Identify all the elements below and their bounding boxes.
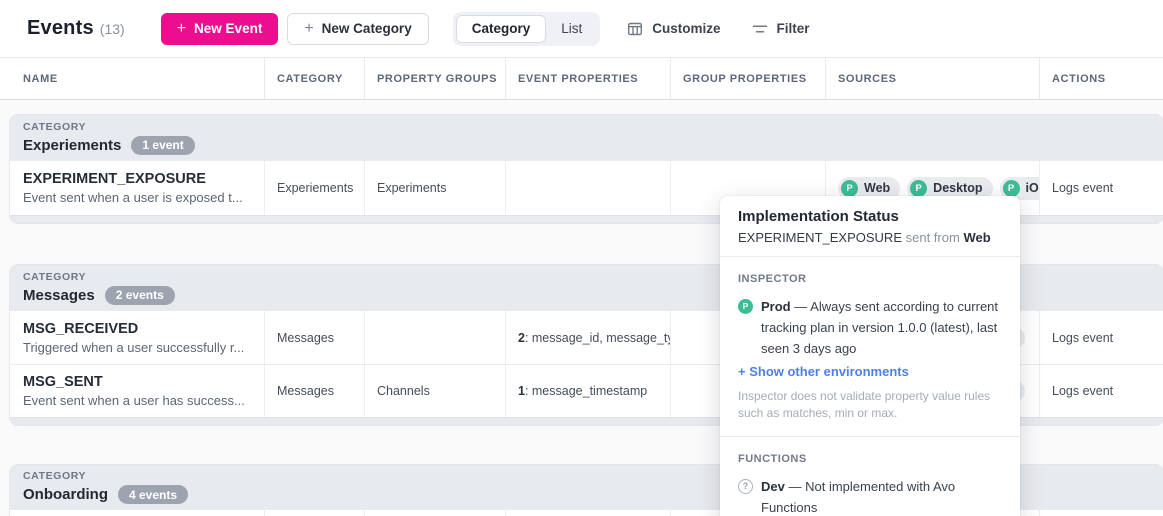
category-name: Onboarding [23, 486, 108, 503]
event-count-badge: 2 events [105, 286, 175, 305]
event-name-cell: MSG_SENT Event sent when a user has succ… [10, 365, 265, 417]
tooltip-title: Implementation Status [738, 208, 1002, 225]
env-detail: — Always sent according to current track… [761, 299, 998, 356]
view-toggle-list[interactable]: List [546, 15, 597, 43]
prod-status-icon: P [841, 180, 858, 197]
property-count: 1 [518, 384, 525, 398]
table-columns-icon [627, 21, 643, 37]
functions-section: FUNCTIONS ? Dev — Not implemented with A… [720, 437, 1020, 516]
prod-status-icon: P [738, 299, 753, 314]
actions-cell: Logs event [1040, 161, 1163, 215]
actions-cell [1040, 510, 1163, 516]
event-name-cell: EXPERIMENT_EXPOSURE Event sent when a us… [10, 161, 265, 215]
column-header-sources: SOURCES [826, 58, 1040, 99]
column-header-actions: ACTIONS [1040, 58, 1163, 99]
property-groups-cell: Channels [365, 365, 506, 417]
new-event-label: New Event [194, 21, 262, 36]
event-properties-cell [506, 161, 671, 215]
implementation-status-tooltip: Implementation Status EXPERIMENT_EXPOSUR… [720, 196, 1020, 516]
event-count-badge: 1 event [131, 136, 194, 155]
event-properties-cell: 2: message_id, message_type [506, 311, 671, 364]
event-properties-cell: 1: message_timestamp [506, 365, 671, 417]
new-event-button[interactable]: + New Event [161, 13, 279, 45]
category-cell: Messages [265, 311, 365, 364]
tooltip-source-name: Web [963, 230, 990, 245]
property-groups-cell: Experiments [365, 161, 506, 215]
event-count-badge: 4 events [118, 485, 188, 504]
customize-button[interactable]: Customize [627, 21, 720, 37]
event-name-cell: MSG_RECEIVED Triggered when a user succe… [10, 311, 265, 364]
tooltip-header: Implementation Status EXPERIMENT_EXPOSUR… [720, 196, 1020, 257]
prod-status-icon: P [910, 180, 927, 197]
tooltip-sent-from: sent from [906, 230, 960, 245]
functions-dev-status: ? Dev — Not implemented with Avo Functio… [738, 476, 1002, 516]
event-description: Event sent when a user is exposed t... [23, 190, 243, 205]
property-groups-cell [365, 311, 506, 364]
filter-label: Filter [777, 21, 810, 36]
table-header: NAME CATEGORY PROPERTY GROUPS EVENT PROP… [0, 57, 1163, 100]
column-header-category: CATEGORY [265, 58, 365, 99]
property-list: : message_timestamp [525, 384, 647, 398]
functions-heading: FUNCTIONS [738, 453, 1002, 465]
event-name: MSG_RECEIVED [23, 321, 138, 337]
category-cell: Experiements [265, 161, 365, 215]
view-toggle-category[interactable]: Category [456, 15, 547, 43]
column-header-name: NAME [0, 58, 265, 99]
env-detail: — Not implemented with Avo Functions [761, 479, 955, 515]
event-name: MSG_SENT [23, 374, 103, 390]
page-title: Events [27, 17, 94, 40]
plus-icon: + [304, 21, 313, 37]
events-page: Events (13) + New Event + New Category C… [0, 0, 1163, 516]
property-list: : message_id, message_type [525, 331, 671, 345]
new-category-button[interactable]: + New Category [287, 13, 428, 45]
event-description: Event sent when a user has success... [23, 393, 245, 408]
tooltip-subtitle: EXPERIMENT_EXPOSURE sent from Web [738, 230, 1002, 245]
inspector-prod-status: P Prod — Always sent according to curren… [738, 296, 1002, 359]
event-name-cell [10, 510, 265, 516]
property-count: 2 [518, 331, 525, 345]
inspector-note: Inspector does not validate property val… [738, 388, 1002, 422]
tooltip-event-name: EXPERIMENT_EXPOSURE [738, 230, 902, 245]
column-header-group-properties: GROUP PROPERTIES [671, 58, 826, 99]
env-label: Dev [761, 479, 785, 494]
filter-button[interactable]: Filter [752, 21, 810, 37]
env-label: Prod [761, 299, 791, 314]
inspector-heading: INSPECTOR [738, 273, 1002, 285]
event-properties-cell [506, 510, 671, 516]
actions-cell: Logs event [1040, 311, 1163, 364]
new-category-label: New Category [322, 21, 412, 36]
source-badge-label: iOS [1026, 181, 1041, 195]
inspector-section: INSPECTOR P Prod — Always sent according… [720, 257, 1020, 437]
category-name: Messages [23, 287, 95, 304]
prod-status-text: Prod — Always sent according to current … [761, 296, 1002, 359]
event-description: Triggered when a user successfully r... [23, 340, 244, 355]
category-kind-label: CATEGORY [23, 121, 1163, 133]
topbar: Events (13) + New Event + New Category C… [0, 0, 1163, 57]
source-badge-label: Web [864, 181, 890, 195]
show-other-environments-link[interactable]: + Show other environments [738, 364, 1002, 379]
category-name: Experiements [23, 137, 121, 154]
dev-status-text: Dev — Not implemented with Avo Functions [761, 476, 1002, 516]
plus-icon: + [177, 21, 186, 37]
category-header-experiements[interactable]: CATEGORY Experiements 1 event [10, 115, 1163, 160]
property-groups-cell [365, 510, 506, 516]
actions-cell: Logs event [1040, 365, 1163, 417]
source-badge-label: Desktop [933, 181, 982, 195]
filter-icon [752, 21, 768, 37]
prod-status-icon: P [1003, 180, 1020, 197]
event-name: EXPERIMENT_EXPOSURE [23, 171, 206, 187]
events-count: (13) [100, 21, 125, 37]
customize-label: Customize [652, 21, 720, 36]
view-toggle: Category List [453, 12, 601, 46]
question-icon: ? [738, 479, 753, 494]
column-header-property-groups: PROPERTY GROUPS [365, 58, 506, 99]
category-cell: Messages [265, 365, 365, 417]
category-cell [265, 510, 365, 516]
column-header-event-properties: EVENT PROPERTIES [506, 58, 671, 99]
